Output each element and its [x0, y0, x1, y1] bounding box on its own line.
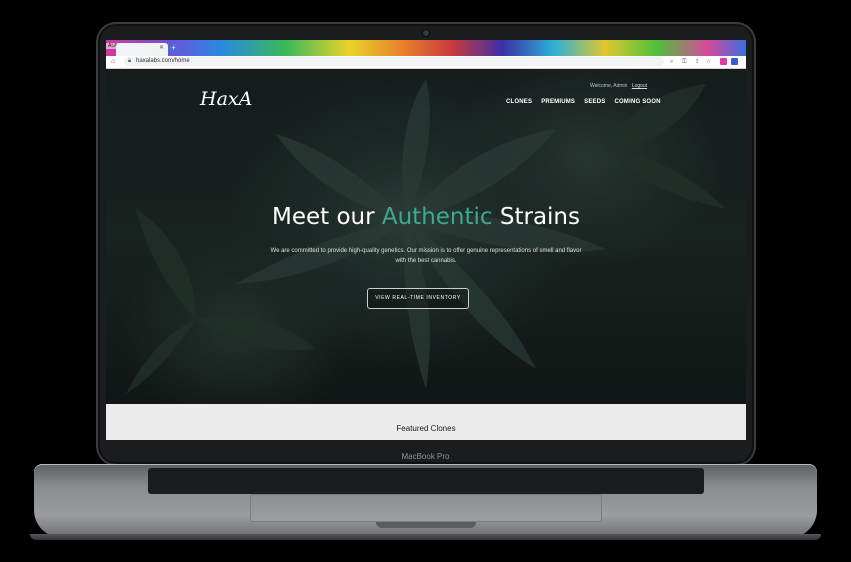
device-label: MacBook Pro [401, 452, 450, 461]
extension-icon[interactable] [720, 58, 727, 65]
cannabis-leaf-background [126, 79, 726, 394]
hero-headline: Meet our Authentic Strains [106, 204, 746, 230]
nav-item-coming-soon[interactable]: COMING SOON [614, 99, 660, 105]
url-text[interactable]: haxalabs.com/home [136, 57, 190, 66]
close-icon[interactable]: ✕ [159, 44, 164, 52]
featured-section: Featured Clones [106, 404, 746, 440]
keyboard [148, 468, 704, 494]
welcome-message: Welcome, Admin Logout [590, 83, 647, 89]
search-icon[interactable]: ⌕ [670, 57, 673, 67]
hero-section: HaxA Welcome, Admin Logout CLONES PREMIU… [106, 69, 746, 404]
key-icon[interactable]: ⚿ [682, 57, 687, 67]
site-logo[interactable]: HaxA [200, 89, 252, 113]
welcome-text: Welcome, Admin [590, 83, 628, 89]
laptop-foot [30, 534, 821, 540]
laptop-screen: ALA ✕ + ⌂ 🔒︎ haxalabs.com/home ⌕ ⚿ ⇪ ☆ H… [106, 40, 746, 440]
home-icon[interactable]: ⌂ [111, 57, 115, 67]
address-bar[interactable]: 🔒︎ haxalabs.com/home [124, 57, 664, 66]
browser-tab-strip: ALA ✕ + [106, 40, 746, 56]
headline-accent: Authentic [381, 204, 493, 230]
share-icon[interactable]: ⇪ [695, 57, 700, 67]
new-tab-button[interactable]: + [169, 44, 178, 53]
nav-item-premiums[interactable]: PREMIUMS [541, 99, 575, 105]
lock-icon[interactable]: 🔒︎ [128, 57, 131, 66]
featured-title: Featured Clones [396, 424, 456, 433]
touchpad [250, 494, 602, 522]
logout-link[interactable]: Logout [632, 83, 647, 89]
hero-subtext: We are committed to provide high-quality… [270, 248, 582, 264]
extension-icon[interactable] [731, 58, 738, 65]
camera-icon [422, 29, 430, 37]
bookmark-star-icon[interactable]: ☆ [706, 57, 711, 67]
laptop-mockup: ALA ✕ + ⌂ 🔒︎ haxalabs.com/home ⌕ ⚿ ⇪ ☆ H… [0, 0, 851, 562]
nav-item-seeds[interactable]: SEEDS [584, 99, 605, 105]
browser-toolbar: ⌂ 🔒︎ haxalabs.com/home ⌕ ⚿ ⇪ ☆ [106, 56, 746, 69]
lid-notch [376, 522, 476, 528]
nav-item-clones[interactable]: CLONES [506, 99, 532, 105]
main-nav: CLONES PREMIUMS SEEDS COMING SOON [506, 99, 661, 105]
headline-part2: Strains [492, 204, 580, 230]
view-inventory-button[interactable]: VIEW REAL-TIME INVENTORY [367, 288, 469, 309]
headline-part1: Meet our [271, 204, 382, 230]
